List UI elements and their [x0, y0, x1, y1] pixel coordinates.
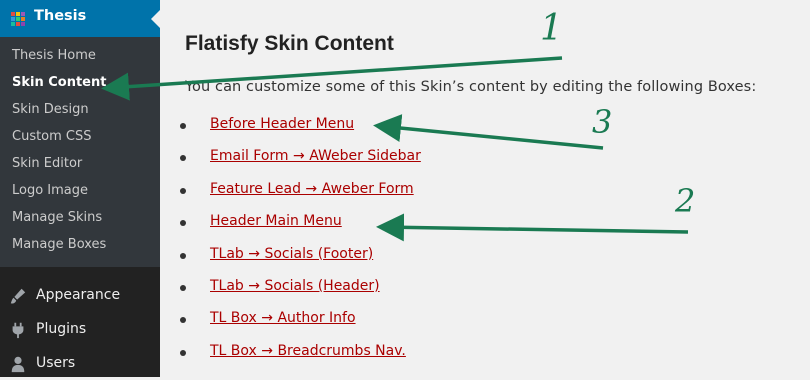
box-link-tlab-socials-header[interactable]: TLab → Socials (Header) — [210, 278, 380, 294]
menu-users-label: Users — [36, 355, 76, 371]
submenu-skin-editor[interactable]: Skin Editor — [0, 150, 160, 177]
list-item: TL Box → Breadcrumbs Nav. — [180, 343, 421, 375]
menu-users[interactable]: Users — [0, 348, 160, 380]
submenu-manage-boxes[interactable]: Manage Boxes — [0, 231, 160, 258]
box-list: Before Header Menu Email Form → AWeber S… — [180, 116, 421, 375]
bullet — [180, 252, 186, 259]
list-item: TL Box → Author Info — [180, 310, 421, 342]
bullet — [180, 317, 186, 324]
list-item: Before Header Menu — [180, 116, 421, 148]
bullet — [180, 155, 186, 162]
current-menu-arrow — [151, 10, 160, 28]
menu-thesis[interactable]: Thesis — [0, 0, 160, 37]
thesis-grid-icon — [11, 12, 25, 26]
box-link-tlab-socials-footer[interactable]: TLab → Socials (Footer) — [210, 246, 373, 262]
menu-thesis-label: Thesis — [34, 8, 87, 24]
bullet — [180, 187, 186, 194]
list-item: Email Form → AWeber Sidebar — [180, 148, 421, 180]
box-link-tl-box-breadcrumbs[interactable]: TL Box → Breadcrumbs Nav. — [210, 343, 406, 359]
submenu-manage-skins[interactable]: Manage Skins — [0, 204, 160, 231]
admin-sidebar: Thesis Thesis Home Skin Content Skin Des… — [0, 0, 160, 377]
list-item: TLab → Socials (Header) — [180, 278, 421, 310]
submenu-skin-content[interactable]: Skin Content — [0, 69, 160, 96]
menu-plugins[interactable]: Plugins — [0, 314, 160, 346]
bullet — [180, 123, 186, 129]
paintbrush-icon — [10, 288, 26, 304]
bullet — [180, 220, 186, 227]
menu-appearance[interactable]: Appearance — [0, 280, 160, 312]
submenu-logo-image[interactable]: Logo Image — [0, 177, 160, 204]
bullet — [180, 284, 186, 291]
box-link-feature-lead[interactable]: Feature Lead → Aweber Form — [210, 181, 414, 197]
submenu-custom-css[interactable]: Custom CSS — [0, 123, 160, 150]
box-link-email-form[interactable]: Email Form → AWeber Sidebar — [210, 148, 421, 164]
list-item: Feature Lead → Aweber Form — [180, 181, 421, 213]
thesis-submenu: Thesis Home Skin Content Skin Design Cus… — [0, 37, 160, 267]
main-content: Flatisfy Skin Content You can customize … — [160, 0, 810, 377]
list-item: Header Main Menu — [180, 213, 421, 245]
box-link-before-header-menu[interactable]: Before Header Menu — [210, 116, 354, 132]
bullet — [180, 349, 186, 356]
intro-text: You can customize some of this Skin’s co… — [185, 79, 757, 95]
submenu-skin-design[interactable]: Skin Design — [0, 96, 160, 123]
page-title: Flatisfy Skin Content — [185, 32, 394, 55]
box-link-tl-box-author-info[interactable]: TL Box → Author Info — [210, 310, 356, 326]
box-link-header-main-menu[interactable]: Header Main Menu — [210, 213, 342, 229]
submenu-thesis-home[interactable]: Thesis Home — [0, 42, 160, 69]
user-icon — [11, 356, 25, 373]
plug-icon — [12, 322, 24, 339]
menu-appearance-label: Appearance — [36, 287, 121, 303]
list-item: TLab → Socials (Footer) — [180, 246, 421, 278]
menu-plugins-label: Plugins — [36, 321, 87, 337]
